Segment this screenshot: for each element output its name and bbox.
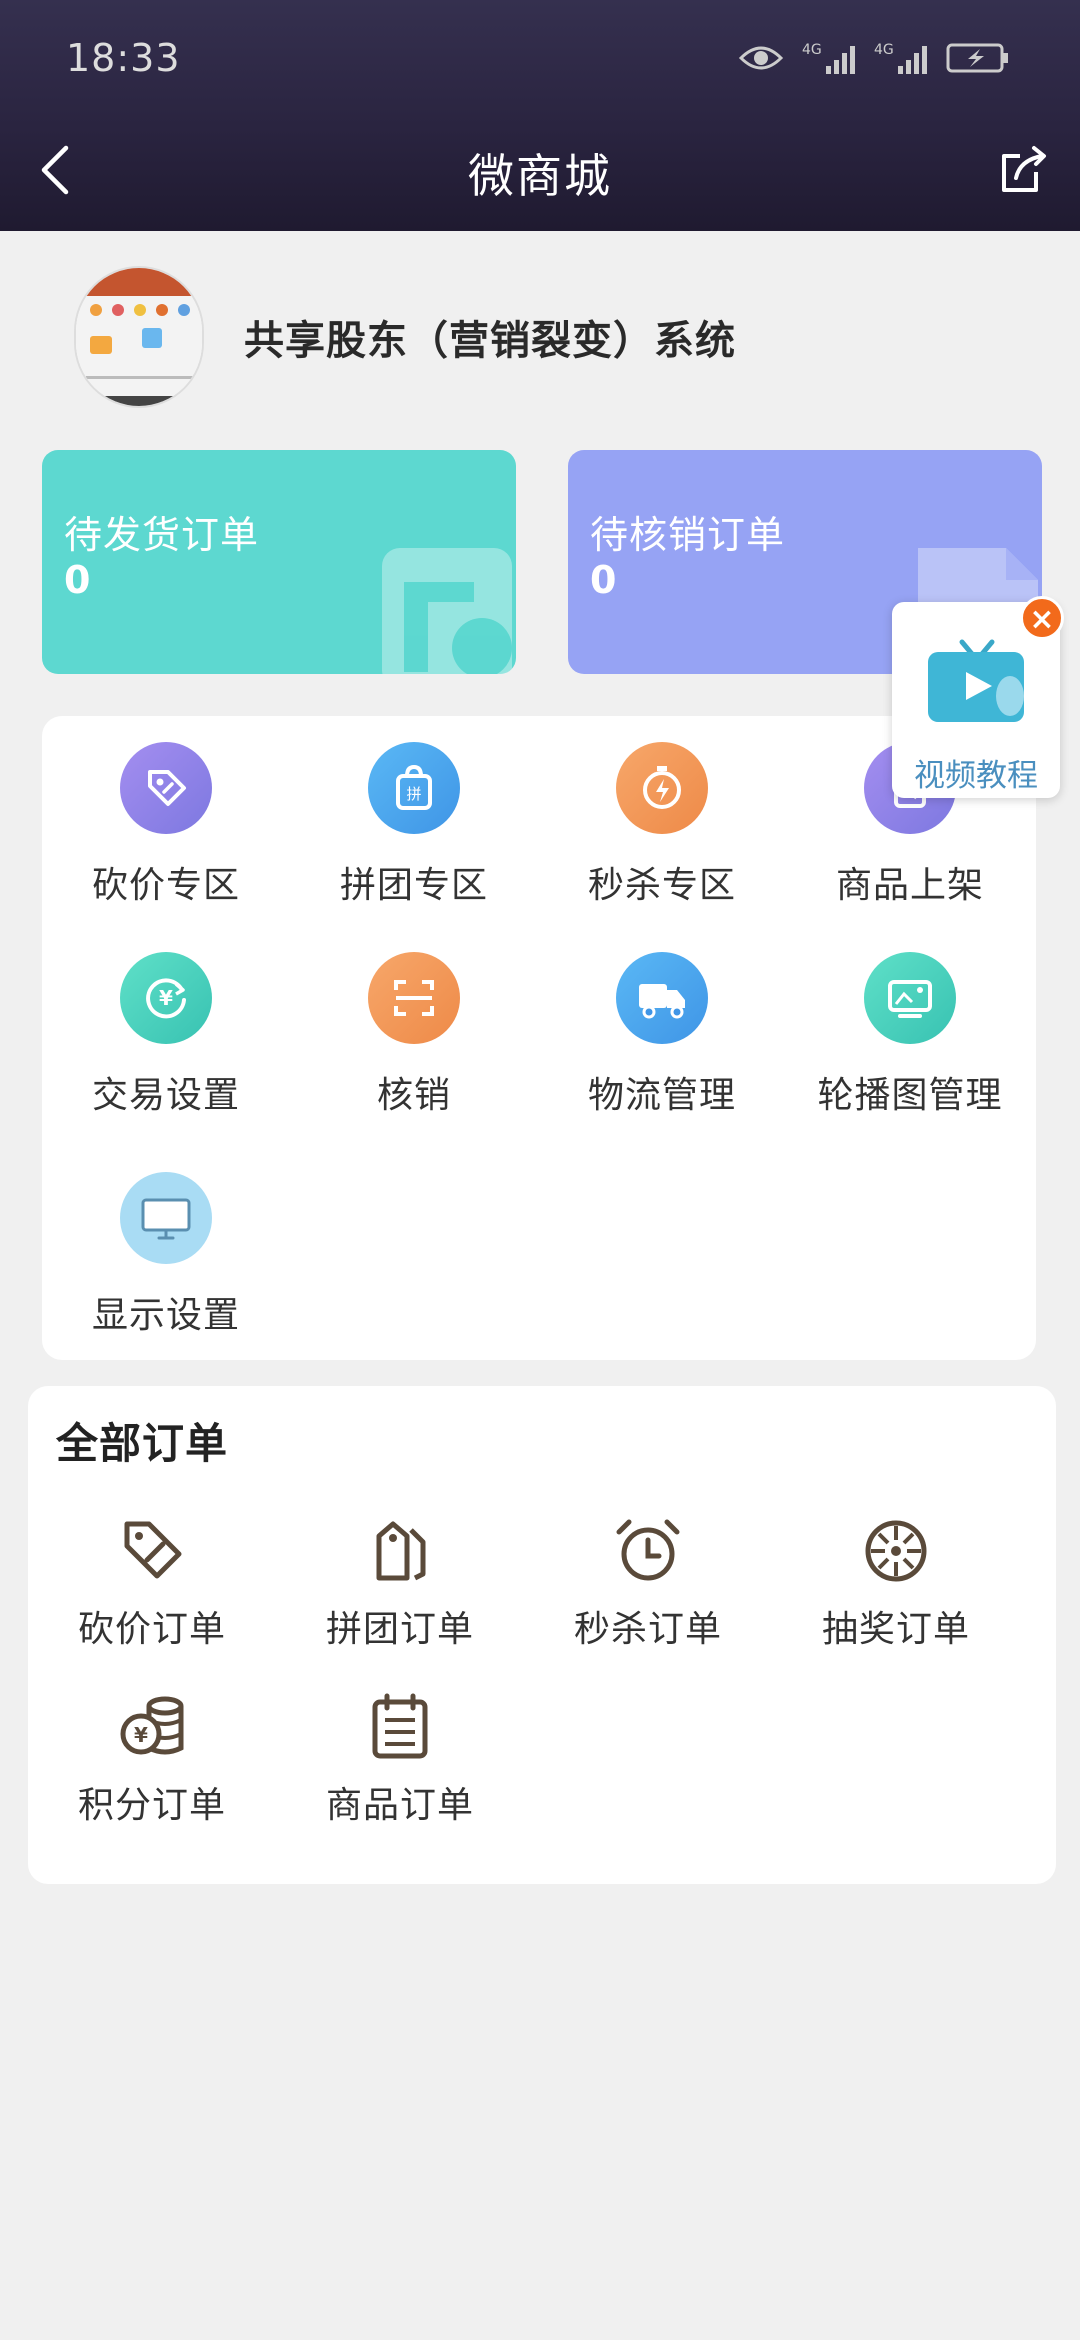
document-decor-icon	[382, 548, 512, 674]
points-orders-label: 积分订单	[77, 1785, 226, 1826]
pending-shipment-card[interactable]: 待发货订单 0	[42, 450, 516, 674]
trade-settings-label: 交易设置	[91, 1075, 240, 1116]
bargain-zone-label: 砍价专区	[91, 865, 240, 906]
verification-label: 核销	[376, 1075, 451, 1116]
share-icon[interactable]	[996, 142, 1052, 198]
yen-cycle-icon: ¥	[120, 952, 212, 1044]
shop-name: 共享股东（营销裂变）系统	[244, 318, 736, 364]
video-tv-icon	[928, 639, 1024, 722]
flash-sale-zone-label: 秒杀专区	[587, 865, 736, 906]
product-orders-label: 商品订单	[325, 1785, 474, 1826]
tag-outline-icon	[124, 1521, 182, 1579]
product-orders[interactable]: 商品订单	[276, 1692, 524, 1828]
pending-verification-count: 0	[590, 558, 617, 602]
video-tutorial-popup[interactable]: × 视频教程	[892, 596, 1064, 798]
wheel-icon	[865, 1520, 927, 1582]
list-icon	[372, 1693, 428, 1759]
scan-icon	[368, 952, 460, 1044]
display-settings-label: 显示设置	[91, 1295, 240, 1336]
carousel-management[interactable]: 轮播图管理	[786, 952, 1034, 1118]
signal-icon-2: 4G	[874, 42, 927, 74]
group-buy-zone[interactable]: 拼 拼团专区	[290, 742, 538, 908]
function-grid: 砍价专区 拼 拼团专区 秒杀专区 商品上架 ¥ 交易设置 核销 物流管理 轮播图…	[42, 716, 1036, 1360]
header-bar: 18:33 4G 4G 微商城	[0, 0, 1080, 231]
status-icons: 4G 4G	[738, 40, 1010, 76]
tags-outline-icon	[376, 1521, 426, 1581]
trade-settings[interactable]: ¥ 交易设置	[42, 952, 290, 1118]
alarm-clock-icon	[616, 1519, 680, 1581]
all-orders-panel: 全部订单 砍价订单 拼团订单 秒杀订单 抽奖订单 ¥ 积分订单 商品订单	[28, 1386, 1056, 1884]
shop-info: 共享股东（营销裂变）系统	[74, 266, 736, 408]
svg-text:4G: 4G	[874, 42, 894, 58]
signal-icon: 4G	[802, 42, 855, 74]
truck-icon	[616, 952, 708, 1044]
pending-shipment-count: 0	[64, 558, 91, 602]
product-listing-label: 商品上架	[835, 865, 984, 906]
group-buy-orders-label: 拼团订单	[325, 1609, 474, 1650]
status-time: 18:33	[66, 36, 181, 80]
bargain-zone[interactable]: 砍价专区	[42, 742, 290, 908]
all-orders-title: 全部订单	[56, 1419, 229, 1468]
video-tutorial-label: 视频教程	[914, 758, 1038, 794]
group-buy-zone-label: 拼团专区	[339, 865, 488, 906]
pending-verification-label: 待核销订单	[590, 513, 786, 557]
display-settings[interactable]: 显示设置	[42, 1172, 290, 1338]
group-buy-orders[interactable]: 拼团订单	[276, 1516, 524, 1652]
flash-sale-zone[interactable]: 秒杀专区	[538, 742, 786, 908]
carousel-management-label: 轮播图管理	[817, 1075, 1003, 1116]
tag-icon	[120, 742, 212, 834]
svg-text:拼: 拼	[406, 785, 421, 803]
bargain-orders[interactable]: 砍价订单	[28, 1516, 276, 1652]
svg-text:¥: ¥	[159, 986, 173, 1010]
flash-sale-orders-label: 秒杀订单	[573, 1609, 722, 1650]
bargain-orders-label: 砍价订单	[77, 1609, 226, 1650]
verification[interactable]: 核销	[290, 952, 538, 1118]
carousel-icon	[864, 952, 956, 1044]
points-orders[interactable]: ¥ 积分订单	[28, 1692, 276, 1828]
shop-avatar	[74, 266, 204, 408]
flash-sale-orders[interactable]: 秒杀订单	[524, 1516, 772, 1652]
lightning-icon	[616, 742, 708, 834]
coins-icon: ¥	[120, 1696, 184, 1755]
logistics-management-label: 物流管理	[587, 1075, 736, 1116]
svg-text:¥: ¥	[134, 1723, 148, 1747]
lottery-orders[interactable]: 抽奖订单	[772, 1516, 1020, 1652]
svg-text:4G: 4G	[802, 42, 822, 58]
monitor-icon	[120, 1172, 212, 1264]
page-title: 微商城	[468, 149, 612, 203]
battery-icon	[946, 43, 1008, 73]
pending-shipment-label: 待发货订单	[64, 513, 260, 557]
group-bag-icon: 拼	[368, 742, 460, 834]
eye-icon	[738, 46, 784, 70]
lottery-orders-label: 抽奖订单	[821, 1609, 970, 1650]
logistics-management[interactable]: 物流管理	[538, 952, 786, 1118]
